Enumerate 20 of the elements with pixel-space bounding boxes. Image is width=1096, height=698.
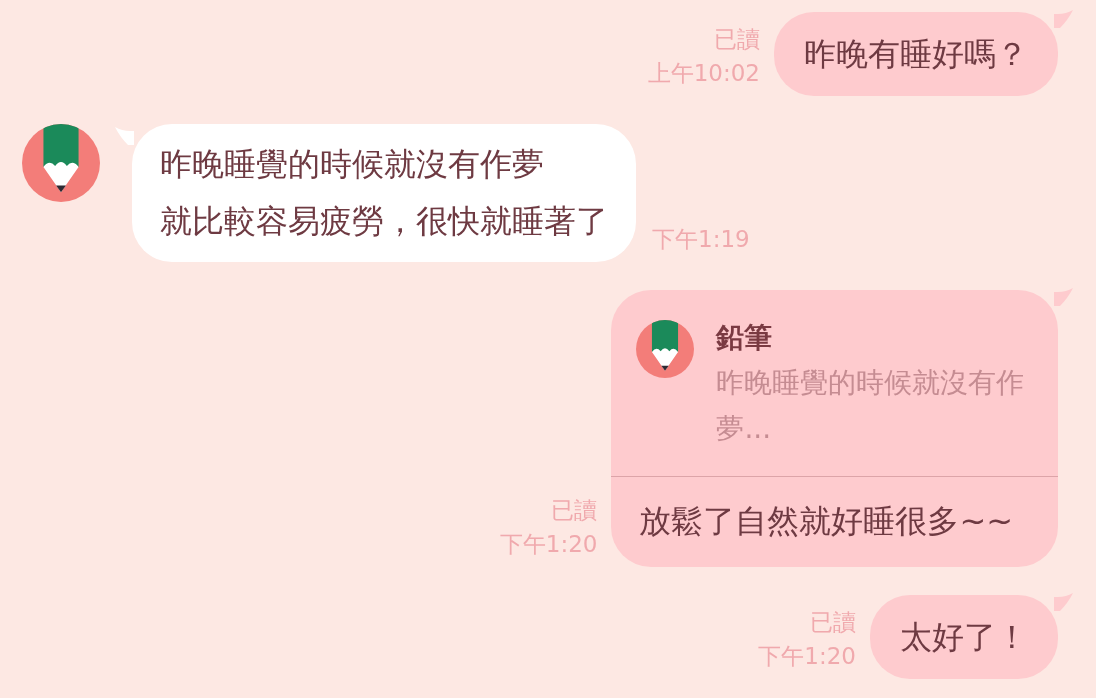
message-text: 就比較容易疲勞，很快就睡著了 — [160, 201, 608, 242]
bubble-tail — [114, 126, 134, 146]
message-time: 下午1:20 — [758, 642, 856, 671]
message-text: 放鬆了自然就好睡很多~~ — [639, 501, 1015, 542]
message-text: 昨晚睡覺的時候就沒有作夢 — [160, 144, 545, 185]
quoted-text: 昨晚睡覺的時候就沒有作夢... — [716, 365, 1026, 447]
message-text: 昨晚有睡好嗎？ — [804, 34, 1028, 75]
bubble-tail — [1054, 9, 1074, 29]
read-status: 已讀 — [810, 608, 856, 637]
read-status: 已讀 — [714, 25, 760, 54]
pencil-avatar-icon — [636, 320, 695, 378]
message-text: 太好了！ — [900, 617, 1028, 658]
read-status: 已讀 — [551, 496, 598, 525]
bubble-tail — [1054, 592, 1074, 612]
message-time: 上午10:02 — [647, 59, 760, 88]
bubble-tail — [1054, 287, 1074, 307]
message-time: 下午1:19 — [652, 225, 750, 254]
pencil-avatar-icon — [22, 124, 100, 202]
message-time: 下午1:20 — [499, 530, 598, 559]
quoted-sender: 鉛筆 — [716, 320, 773, 356]
